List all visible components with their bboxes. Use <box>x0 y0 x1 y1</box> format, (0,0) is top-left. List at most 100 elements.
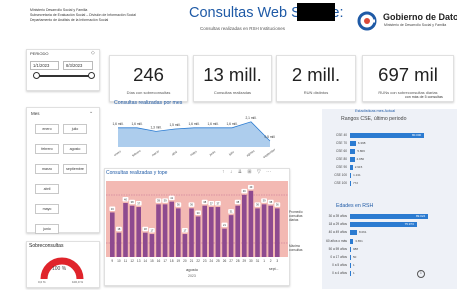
kpi-card: 246 Días con sobreconsultas <box>109 55 188 102</box>
bar-category-label: CSE 40 <box>336 133 347 137</box>
bar-x-tick: 30 <box>249 259 253 263</box>
daily-bar[interactable] <box>202 205 207 257</box>
daily-bar[interactable] <box>156 204 161 257</box>
period-slider-end-handle[interactable] <box>88 72 95 79</box>
kpi-value: 2 mill. <box>291 64 341 85</box>
bar-value-label: 1 <box>353 263 355 268</box>
area-x-tick: enero <box>113 149 122 157</box>
chart-toolbar-icons[interactable]: ↑ ↓ ⇊ ⊞ ▽ ⋯ <box>222 170 273 175</box>
daily-bar[interactable] <box>235 205 240 257</box>
daily-bar[interactable] <box>116 232 122 257</box>
start-date-input[interactable]: 1/1/2023 <box>30 61 59 70</box>
daily-bar[interactable] <box>261 204 267 257</box>
kpi-label: Días con sobreconsultas <box>126 89 171 95</box>
horizontal-bar[interactable] <box>350 238 354 244</box>
daily-bar[interactable] <box>195 216 201 258</box>
bar-x-tick: 17 <box>163 259 167 263</box>
horizontal-bar[interactable] <box>350 173 352 178</box>
month-option-junio[interactable]: junio <box>35 224 59 234</box>
bar-category-label: 50 a 59 años <box>328 246 347 251</box>
gobierno-logo-icon <box>357 11 377 31</box>
daily-bar[interactable] <box>110 212 115 257</box>
legend-maximo: Máximo consultas <box>289 244 303 252</box>
x-axis-label: agosto <box>186 267 199 272</box>
bar-x-tick: 23 <box>203 259 207 263</box>
x-axis-tail-label: sept... <box>269 267 279 271</box>
gauge-value: 100 % <box>52 266 67 272</box>
area-x-tick: septiembre <box>262 147 275 159</box>
x-axis-sublabel: 2023 <box>188 274 196 278</box>
bar-category-label: 18 a 29 años <box>328 222 347 227</box>
area-data-label: 1,6 mill. <box>132 122 143 126</box>
area-data-label: 1,6 mill. <box>113 122 124 126</box>
bar-x-tick: 12 <box>130 259 134 263</box>
daily-bar[interactable] <box>123 203 128 257</box>
bar-value-label: 1 <box>353 271 355 276</box>
horizontal-bar[interactable] <box>350 255 351 260</box>
month-option-julio[interactable]: julio <box>63 124 87 134</box>
redacted-box <box>297 3 335 21</box>
period-slider-start-handle[interactable] <box>33 72 40 79</box>
horizontal-bar[interactable] <box>350 149 356 154</box>
period-slider-track[interactable] <box>36 75 92 77</box>
daily-bar[interactable] <box>209 207 214 257</box>
bar-category-label: 0 a 17 años <box>330 255 347 259</box>
daily-bar[interactable] <box>182 234 188 257</box>
month-option-enero[interactable]: enero <box>35 124 59 134</box>
daily-bar[interactable] <box>255 208 260 257</box>
area-data-label: 0,5 mill. <box>265 135 275 139</box>
chevron-down-icon[interactable]: ⌄ <box>89 110 93 115</box>
month-option-mayo[interactable]: mayo <box>35 204 59 214</box>
logo-title: Gobierno de Datos <box>383 12 457 22</box>
daily-bar[interactable] <box>189 208 194 257</box>
bar-x-tick: 1 <box>263 259 265 263</box>
horizontal-bar[interactable] <box>350 271 351 277</box>
kpi-note: con más de 5 consultas <box>405 95 443 99</box>
daily-bar[interactable] <box>215 207 221 257</box>
horizontal-bar[interactable] <box>350 246 351 252</box>
horizontal-bar[interactable] <box>350 230 357 236</box>
horizontal-bar[interactable] <box>350 157 355 162</box>
horizontal-bar[interactable] <box>350 181 351 186</box>
horizontal-bar[interactable] <box>350 141 356 146</box>
month-option-marzo[interactable]: marzo <box>35 164 59 174</box>
area-data-label: 1,6 mill. <box>208 122 219 126</box>
daily-bar[interactable] <box>242 194 247 257</box>
daily-bar[interactable] <box>169 201 174 257</box>
daily-bar[interactable] <box>268 205 273 257</box>
horizontal-bar[interactable] <box>350 263 351 269</box>
month-option-agosto[interactable]: agosto <box>63 144 87 154</box>
daily-bar[interactable] <box>136 207 141 257</box>
month-option-septiembre[interactable]: septiembre <box>63 164 87 174</box>
end-date-value: 8/3/2023 <box>66 63 83 68</box>
daily-bar[interactable] <box>248 190 254 257</box>
daily-bar[interactable] <box>275 208 280 257</box>
area-x-tick: marzo <box>151 149 160 157</box>
end-date-input[interactable]: 8/3/2023 <box>63 61 93 70</box>
daily-bar[interactable] <box>129 205 135 257</box>
bar-category-label: CSE 100 <box>334 181 347 185</box>
daily-bar[interactable] <box>176 208 181 257</box>
info-icon[interactable]: i <box>417 270 425 278</box>
bar-value-label: 4.950 <box>356 157 365 161</box>
bar-value-label: 2.915 <box>354 165 363 169</box>
month-option-abril[interactable]: abril <box>35 184 59 194</box>
clear-filter-icon[interactable]: ◇ <box>91 51 95 56</box>
bar-category-label: 0 a 4 años <box>332 271 347 276</box>
month-option-febrero[interactable]: febrero <box>35 144 59 154</box>
daily-bar[interactable] <box>222 228 227 257</box>
kpi-card: 2 mill. RUN distintos <box>276 55 356 102</box>
daily-bar[interactable] <box>162 204 168 257</box>
daily-bar[interactable] <box>228 215 234 257</box>
bar-category-label: CSE 80 <box>336 157 347 161</box>
bar-value-label: 6.398 <box>357 141 366 145</box>
bar-x-tick: 20 <box>183 259 187 263</box>
horizontal-bar[interactable] <box>350 165 353 170</box>
start-date-value: 1/1/2023 <box>33 63 50 68</box>
kpi-label: RUN distintos <box>303 89 329 95</box>
daily-bar[interactable] <box>143 232 148 257</box>
area-x-tick: febrero <box>131 149 141 158</box>
bar-value-label: 988 <box>353 246 359 251</box>
bar-value-label: 772 <box>353 181 359 185</box>
daily-bar[interactable] <box>149 234 155 257</box>
